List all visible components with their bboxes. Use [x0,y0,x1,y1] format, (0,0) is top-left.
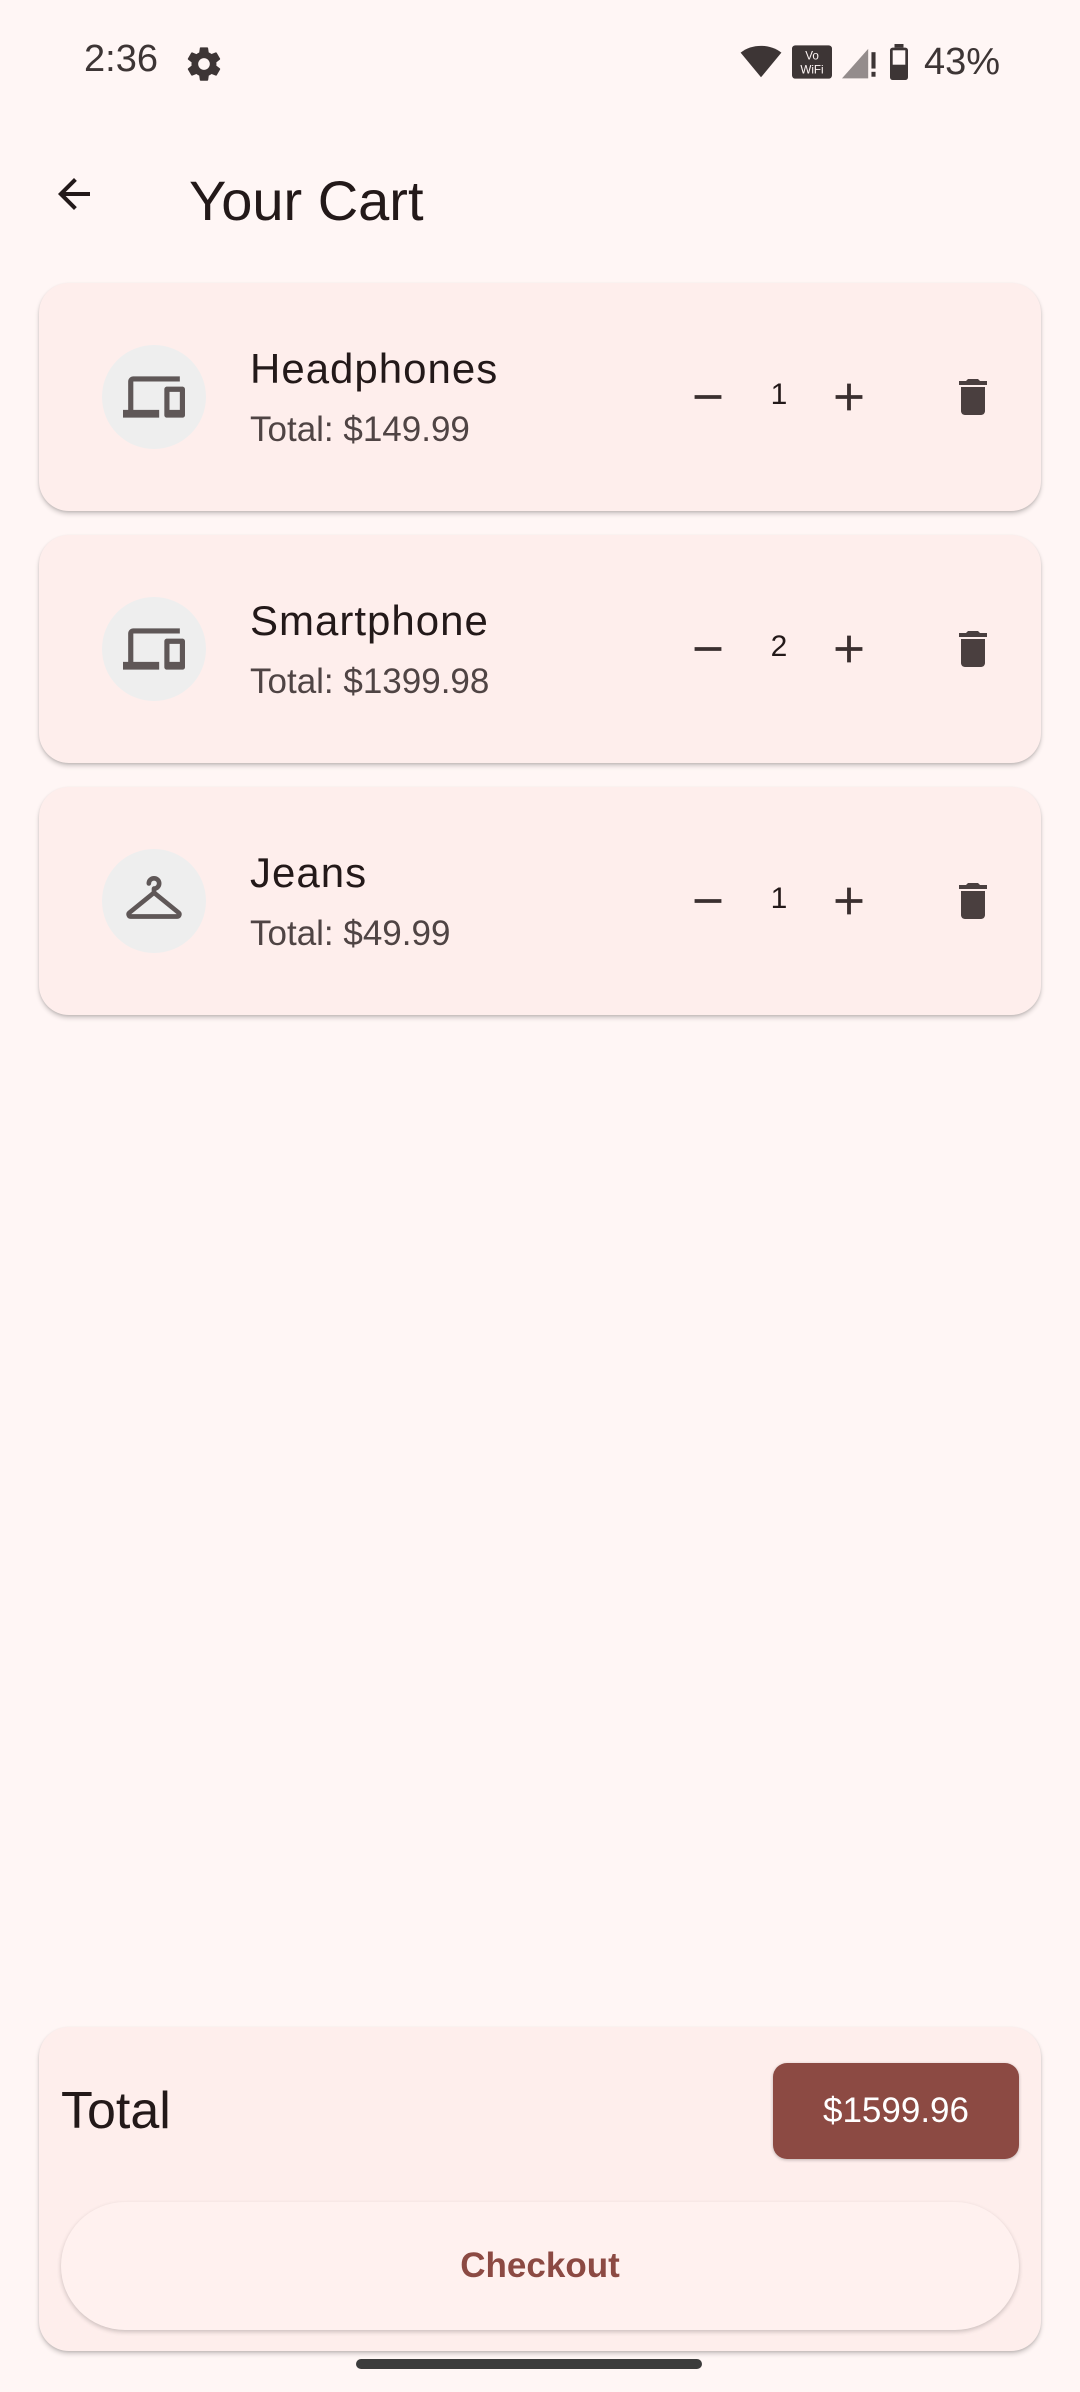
cart-item: Smartphone Total: $1399.98 2 [39,535,1041,763]
item-avatar [102,345,206,449]
hanger-icon [126,875,182,919]
decrease-quantity-button[interactable] [674,867,742,935]
plus-icon [835,635,863,663]
item-name: Headphones [250,345,499,392]
plus-icon [835,383,863,411]
page-title: Your Cart [189,169,424,232]
minus-icon [694,395,722,399]
delete-item-button[interactable] [939,615,1007,683]
wifi-icon [740,45,782,79]
cart-item: Jeans Total: $49.99 1 [39,787,1041,1015]
home-indicator[interactable] [356,2359,702,2369]
item-total: Total: $49.99 [250,914,451,953]
status-time: 2:36 [84,38,158,80]
increase-quantity-button[interactable] [815,867,883,935]
decrease-quantity-button[interactable] [674,363,742,431]
item-name: Smartphone [250,597,489,644]
arrow-left-icon [58,178,90,210]
item-total: Total: $149.99 [250,410,470,449]
checkout-button[interactable]: Checkout [61,2202,1019,2330]
decrease-quantity-button[interactable] [674,615,742,683]
cart-item: Headphones Total: $149.99 1 [39,283,1041,511]
trash-icon [959,883,987,919]
minus-icon [694,899,722,903]
signal-icon [841,45,878,79]
battery-percent: 43% [923,40,1000,83]
battery-icon [888,44,910,80]
devices-icon [123,376,185,418]
summary-card: Total $1599.96 Checkout [39,2027,1041,2351]
trash-icon [959,379,987,415]
item-total: Total: $1399.98 [250,662,490,701]
gear-icon [184,44,224,84]
back-button[interactable] [40,160,108,228]
minus-icon [694,647,722,651]
item-avatar [102,597,206,701]
svg-text:WiFi: WiFi [800,64,823,77]
item-name: Jeans [250,849,368,896]
delete-item-button[interactable] [939,363,1007,431]
vowifi-icon: Vo WiFi [791,45,832,79]
status-bar: 2:36 Vo WiFi 43% [0,0,1080,126]
plus-icon [835,887,863,915]
trash-icon [959,631,987,667]
total-label: Total [61,2082,171,2140]
cart-list: Headphones Total: $149.99 1 Smartphone T… [39,283,1041,1039]
devices-icon [123,628,185,670]
quantity-value: 2 [770,630,788,663]
total-amount-badge: $1599.96 [773,2063,1019,2159]
svg-text:Vo: Vo [805,50,819,63]
app-bar: Your Cart [0,140,1080,260]
quantity-value: 1 [770,882,788,915]
increase-quantity-button[interactable] [815,615,883,683]
item-avatar [102,849,206,953]
delete-item-button[interactable] [939,867,1007,935]
increase-quantity-button[interactable] [815,363,883,431]
quantity-value: 1 [770,378,788,411]
